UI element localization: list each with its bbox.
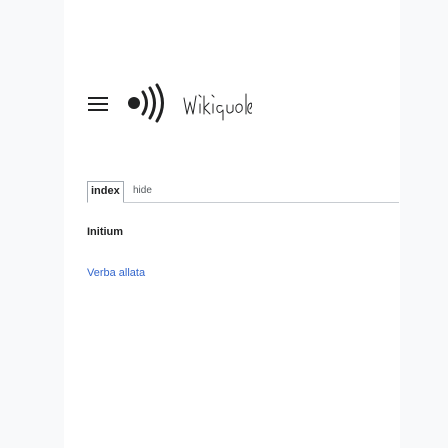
index-tabs: index hide [87, 181, 399, 203]
tab-divider [117, 202, 399, 203]
hamburger-icon[interactable] [88, 97, 108, 111]
section-link[interactable]: Verba allata [87, 267, 145, 279]
tab-hide[interactable]: hide [133, 181, 152, 203]
page: index hide Initium Verba allata [0, 0, 448, 448]
left-margin [0, 0, 64, 448]
right-margin [400, 0, 448, 448]
wordmark-icon[interactable] [182, 84, 252, 124]
main-content: index hide Initium Verba allata [64, 0, 400, 448]
section-title: Initium [87, 226, 124, 238]
wikiquote-logo-icon[interactable] [124, 83, 168, 123]
tab-index[interactable]: index [87, 181, 124, 203]
